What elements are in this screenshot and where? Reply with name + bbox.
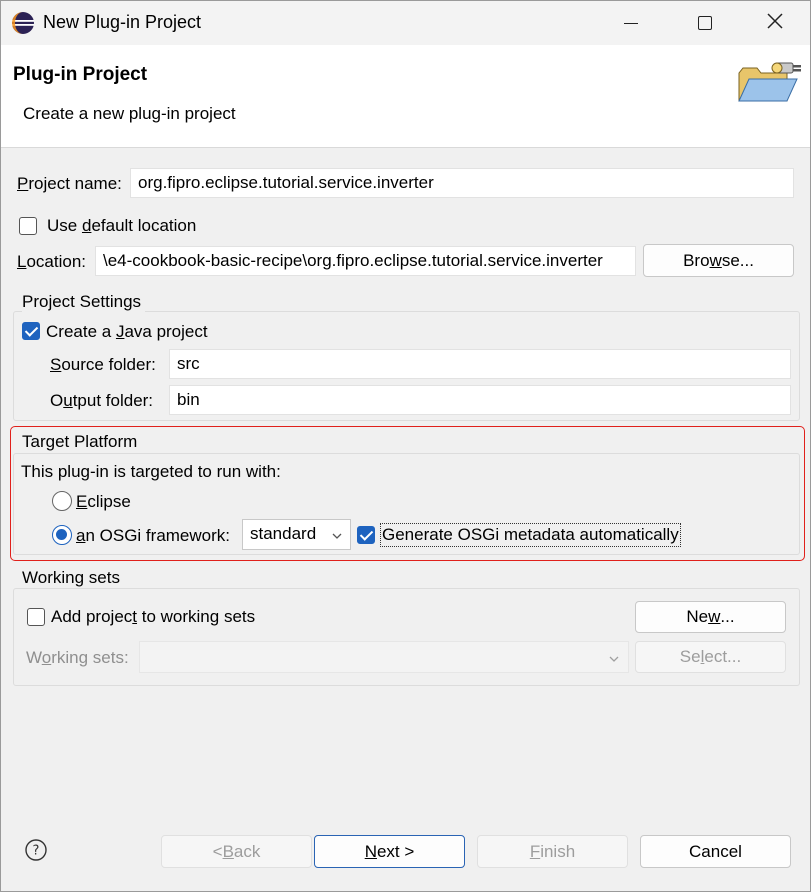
dialog-window: New Plug-in Project Plug-in Project Crea… (0, 0, 811, 892)
project-name-label: Project name: (17, 174, 122, 193)
back-button[interactable]: < Back (161, 835, 312, 868)
eclipse-icon (11, 11, 35, 35)
select-working-set-button[interactable]: Se l ect... (635, 641, 786, 673)
browse-button[interactable]: Bro w se... (643, 244, 794, 277)
minimize-button[interactable] (597, 1, 665, 45)
working-sets-label: Working sets: (26, 648, 129, 667)
working-sets-group-label: Working sets (22, 568, 124, 588)
target-platform-highlight (10, 426, 805, 561)
next-button[interactable]: Next > (314, 835, 465, 868)
maximize-icon (698, 16, 712, 30)
new-working-set-button[interactable]: Ne w... (635, 601, 786, 633)
page-title: Plug-in Project (13, 64, 148, 85)
working-sets-chevron-down-icon (608, 650, 620, 670)
create-java-project-checkbox[interactable] (22, 322, 40, 340)
create-java-project-label: Create a Java project (46, 322, 208, 341)
close-icon (767, 12, 783, 34)
use-default-location-checkbox[interactable] (19, 217, 37, 235)
source-folder-label: Source folder: (50, 355, 156, 374)
title-bar: New Plug-in Project (1, 1, 810, 45)
project-name-field[interactable]: org.fipro.eclipse.tutorial.service.inver… (130, 168, 794, 198)
working-sets-combo[interactable] (139, 641, 629, 673)
close-button[interactable] (741, 1, 809, 45)
wizard-header: Plug-in Project Create a new plug-in pro… (1, 45, 810, 148)
maximize-button[interactable] (671, 1, 739, 45)
plugin-folder-icon (735, 57, 805, 105)
window-title: New Plug-in Project (43, 12, 202, 32)
location-field[interactable]: \e4-cookbook-basic-recipe\org.fipro.ecli… (95, 246, 636, 276)
source-folder-field[interactable]: src (169, 349, 791, 379)
cancel-button[interactable]: Cancel (640, 835, 791, 868)
output-folder-field[interactable]: bin (169, 385, 791, 415)
location-label: Location: (17, 252, 87, 271)
svg-text:?: ? (33, 844, 40, 859)
use-default-location-label: Use default location (47, 216, 197, 235)
page-description: Create a new plug-in project (23, 104, 236, 123)
output-folder-label: Output folder: (50, 391, 154, 410)
finish-button[interactable]: Finish (477, 835, 628, 868)
add-to-working-sets-label: Add project to working sets (51, 607, 256, 626)
help-icon[interactable]: ? (25, 839, 47, 861)
add-to-working-sets-checkbox[interactable] (27, 608, 45, 626)
project-settings-label: Project Settings (22, 292, 146, 312)
minimize-icon (624, 22, 638, 24)
